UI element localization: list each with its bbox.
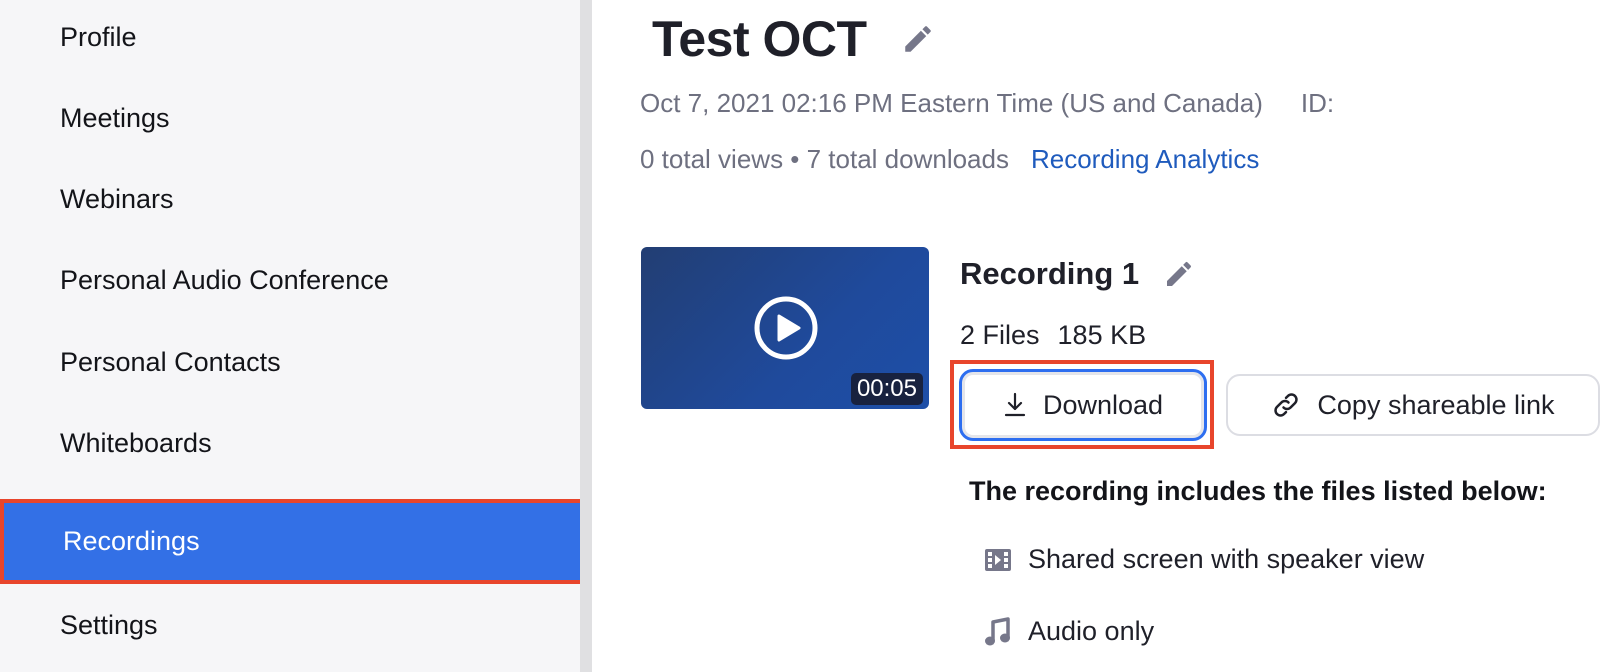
title-row: Test OCT [652, 10, 935, 68]
recording-detail: Test OCT Oct 7, 2021 02:16 PM Eastern Ti… [592, 0, 1615, 672]
video-file-icon [985, 548, 1011, 571]
link-icon [1274, 393, 1299, 417]
sidebar-item-label: Personal Contacts [60, 346, 281, 377]
meeting-datetime: Oct 7, 2021 02:16 PM Eastern Time (US an… [640, 88, 1263, 118]
meeting-datetime-line: Oct 7, 2021 02:16 PM Eastern Time (US an… [640, 88, 1334, 119]
sidebar-item-profile[interactable]: Profile [0, 0, 580, 76]
sidebar-item-label: Meetings [60, 102, 170, 133]
sidebar-item-meetings[interactable]: Meetings [0, 79, 580, 157]
file-label: Shared screen with speaker view [1028, 544, 1425, 574]
file-item[interactable]: Shared screen with speaker view [984, 544, 1424, 575]
sidebar-item-recordings[interactable]: Recordings [0, 499, 588, 584]
meeting-stats: 0 total views • 7 total downloads [640, 144, 1009, 174]
recording-thumbnail[interactable]: 00:05 [641, 247, 929, 409]
recording-title: Recording 1 [960, 256, 1140, 291]
sidebar-item-label: Profile [60, 21, 137, 52]
copy-shareable-link-button[interactable]: Copy shareable link [1226, 374, 1600, 436]
download-label: Download [1042, 389, 1164, 420]
recording-title-row: Recording 1 [960, 256, 1195, 292]
sidebar-item-label: Personal Audio Conference [60, 264, 389, 295]
sidebar-item-label: Recordings [63, 526, 200, 556]
file-item[interactable]: Audio only [984, 616, 1154, 647]
copy-link-label: Copy shareable link [1317, 389, 1555, 420]
recording-file-summary: 2 Files 185 KB [960, 320, 1146, 351]
sidebar-nav: Profile Meetings Webinars Personal Audio… [0, 0, 588, 672]
recording-duration: 00:05 [850, 373, 923, 405]
download-button[interactable]: Download [959, 369, 1207, 441]
sidebar-item-personal-audio-conference[interactable]: Personal Audio Conference [0, 241, 580, 319]
sidebar-item-settings[interactable]: Settings [0, 586, 580, 664]
audio-file-icon [985, 616, 1010, 645]
recording-size: 185 KB [1057, 320, 1147, 350]
recording-analytics-link[interactable]: Recording Analytics [1031, 144, 1259, 174]
sidebar-item-label: Whiteboards [60, 427, 212, 458]
recordings-page: Profile Meetings Webinars Personal Audio… [0, 0, 1615, 672]
sidebar-item-label: Settings [60, 609, 158, 640]
file-label: Audio only [1028, 616, 1155, 646]
play-icon[interactable] [753, 295, 819, 361]
sidebar-scrollbar[interactable] [580, 0, 592, 672]
recording-file-count: 2 Files [960, 320, 1040, 350]
meeting-id-label: ID: [1300, 88, 1335, 118]
meeting-stats-line: 0 total views • 7 total downloads Recordi… [640, 144, 1259, 175]
meeting-title: Test OCT [652, 11, 867, 67]
files-heading: The recording includes the files listed … [969, 476, 1547, 506]
sidebar-item-webinars[interactable]: Webinars [0, 160, 580, 238]
edit-title-icon[interactable] [901, 22, 935, 56]
sidebar-item-personal-contacts[interactable]: Personal Contacts [0, 323, 580, 401]
sidebar-item-label: Webinars [60, 183, 174, 214]
download-icon [1004, 392, 1026, 417]
edit-recording-icon[interactable] [1163, 258, 1195, 290]
sidebar-item-whiteboards[interactable]: Whiteboards [0, 404, 580, 482]
